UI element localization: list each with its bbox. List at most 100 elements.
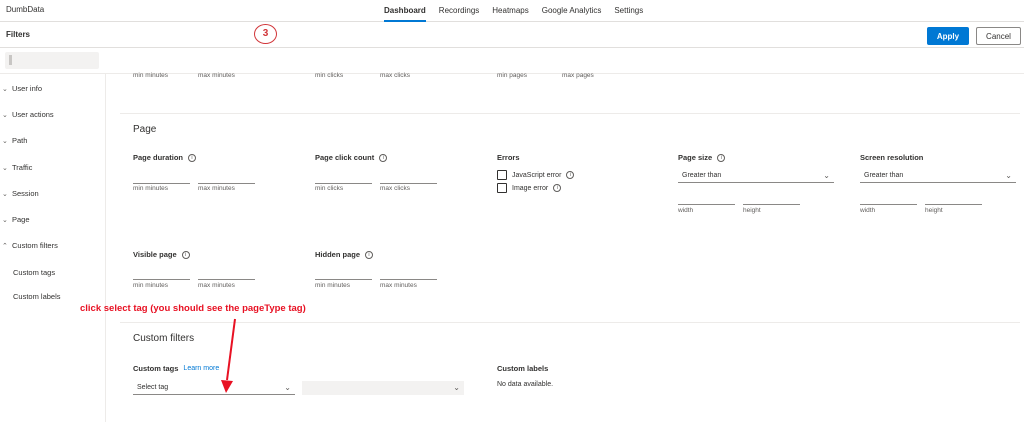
info-icon[interactable]: i (566, 171, 575, 179)
info-icon[interactable]: i (379, 153, 388, 162)
page-duration-label: Page duration i (133, 153, 197, 162)
text-cursor (9, 55, 12, 65)
height-hint: height (925, 207, 943, 214)
page-click-count-label: Page click count i (315, 153, 388, 162)
sidebar-item-user-info[interactable]: ⌄ User info (2, 84, 42, 93)
max-minutes-hint: max minutes (198, 282, 235, 289)
width-hint: width (860, 207, 876, 214)
chevron-down-icon: ⌄ (2, 216, 8, 224)
chevron-down-icon: ⌄ (1005, 171, 1012, 180)
checkbox-box[interactable] (497, 183, 507, 193)
checkbox-label: Image error (512, 184, 549, 192)
sidebar-item-label: User actions (12, 110, 54, 119)
sidebar-item-page[interactable]: ⌄ Page (2, 215, 30, 224)
sidebar-item-label: Path (12, 136, 28, 145)
field-label: Page size (678, 153, 713, 162)
chevron-up-icon: ⌃ (2, 242, 8, 250)
min-pages-hint: min pages (497, 72, 527, 79)
info-icon[interactable]: i (188, 153, 197, 162)
chevron-down-icon: ⌄ (453, 383, 460, 392)
sidebar-item-label: Session (12, 189, 39, 198)
errors-label: Errors (497, 153, 520, 162)
page-duration-max-input[interactable] (198, 183, 255, 184)
chevron-down-icon: ⌄ (2, 137, 8, 145)
min-clicks-hint: min clicks (315, 185, 344, 192)
visible-page-label: Visible page i (133, 250, 190, 259)
tag-value-dropdown: ⌄ (302, 381, 464, 395)
apply-button[interactable]: Apply (927, 27, 969, 45)
max-minutes-hint: max minutes (198, 72, 235, 79)
sidebar-item-traffic[interactable]: ⌄ Traffic (2, 163, 32, 172)
sidebar-item-user-actions[interactable]: ⌄ User actions (2, 110, 54, 119)
chevron-down-icon: ⌄ (823, 171, 830, 180)
chevron-down-icon: ⌄ (2, 190, 8, 198)
cancel-button[interactable]: Cancel (976, 27, 1021, 45)
select-placeholder: Select tag (137, 384, 169, 391)
info-icon[interactable]: i (717, 153, 726, 162)
brand-name: DumbData (6, 5, 45, 14)
sidebar-subitem-custom-tags[interactable]: Custom tags (13, 268, 55, 277)
min-minutes-hint: min minutes (315, 282, 351, 289)
page-size-select[interactable]: Greater than ⌄ (678, 169, 834, 183)
chevron-down-icon: ⌄ (2, 111, 8, 119)
select-value: Greater than (682, 172, 722, 179)
no-data-text: No data available. (497, 381, 554, 388)
sidebar-item-path[interactable]: ⌄ Path (2, 136, 27, 145)
hidden-page-min-input[interactable] (315, 279, 372, 280)
info-icon[interactable]: i (181, 250, 190, 259)
field-label: Hidden page (315, 250, 361, 259)
screen-resolution-select[interactable]: Greater than ⌄ (860, 169, 1016, 183)
click-count-max-input[interactable] (380, 183, 437, 184)
nav-heatmaps[interactable]: Heatmaps (492, 0, 528, 22)
resolution-width-input[interactable] (860, 204, 917, 205)
checkbox-label: JavaScript error (512, 171, 562, 179)
chevron-down-icon: ⌄ (2, 164, 8, 172)
page-size-label: Page size i (678, 153, 726, 162)
custom-filters-section-title: Custom filters (133, 333, 195, 344)
filters-title: Filters (6, 30, 31, 39)
nav-google-analytics[interactable]: Google Analytics (542, 0, 602, 22)
max-clicks-hint: max clicks (380, 185, 410, 192)
custom-labels-title: Custom labels (497, 364, 549, 373)
select-value: Greater than (864, 172, 904, 179)
min-minutes-hint: min minutes (133, 185, 169, 192)
checkbox-box[interactable] (497, 170, 507, 180)
click-count-min-input[interactable] (315, 183, 372, 184)
min-clicks-hint: min clicks (315, 72, 344, 79)
info-icon[interactable]: i (553, 184, 562, 192)
sidebar-item-custom-filters[interactable]: ⌃ Custom filters (2, 241, 58, 250)
javascript-error-checkbox[interactable]: JavaScript error i (497, 170, 575, 180)
field-label: Page duration (133, 153, 184, 162)
info-icon[interactable]: i (365, 250, 374, 259)
page-section-title: Page (133, 124, 157, 135)
nav-dashboard[interactable]: Dashboard (384, 0, 426, 22)
visible-page-min-input[interactable] (133, 279, 190, 280)
chevron-down-icon: ⌄ (2, 85, 8, 93)
field-label: Page click count (315, 153, 375, 162)
select-tag-dropdown[interactable]: Select tag ⌄ (133, 381, 295, 395)
nav-recordings[interactable]: Recordings (439, 0, 479, 22)
sidebar-item-label: Traffic (12, 163, 33, 172)
section-divider (120, 322, 1020, 323)
image-error-checkbox[interactable]: Image error i (497, 183, 562, 193)
arrow-shaft (226, 318, 236, 381)
sidebar-item-session[interactable]: ⌄ Session (2, 189, 39, 198)
hidden-page-max-input[interactable] (380, 279, 437, 280)
max-pages-hint: max pages (562, 72, 594, 79)
resolution-height-input[interactable] (925, 204, 982, 205)
learn-more-link[interactable]: Learn more (183, 365, 219, 372)
sidebar-item-label: User info (12, 84, 43, 93)
sidebar-item-label: Custom filters (12, 241, 58, 250)
page-duration-min-input[interactable] (133, 183, 190, 184)
nav-settings[interactable]: Settings (614, 0, 643, 22)
sidebar-subitem-custom-labels[interactable]: Custom labels (13, 292, 61, 301)
max-minutes-hint: max minutes (198, 185, 235, 192)
sidebar-item-label: Page (12, 215, 30, 224)
filter-search-input[interactable] (5, 52, 99, 69)
min-minutes-hint: min minutes (133, 282, 169, 289)
section-divider (120, 113, 1020, 114)
page-size-width-input[interactable] (678, 204, 735, 205)
visible-page-max-input[interactable] (198, 279, 255, 280)
height-hint: height (743, 207, 761, 214)
page-size-height-input[interactable] (743, 204, 800, 205)
